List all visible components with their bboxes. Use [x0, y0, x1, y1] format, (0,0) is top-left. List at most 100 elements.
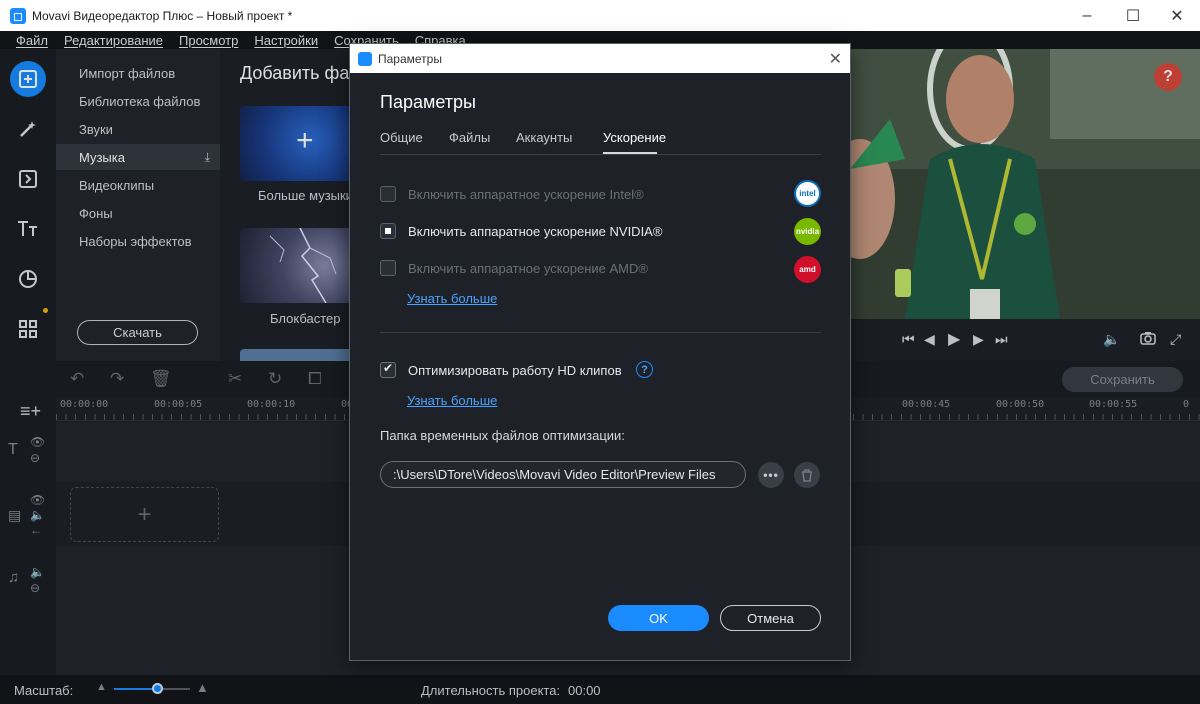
next-frame-icon[interactable]: ▶ [973, 331, 984, 348]
zoom-out-icon[interactable]: ▲ [96, 681, 107, 693]
plus-icon: + [296, 124, 314, 157]
category-sounds[interactable]: Звуки [56, 116, 220, 142]
redo-icon[interactable]: ↷ [110, 369, 124, 389]
intel-logo-icon: intel [794, 180, 821, 207]
preview-video: ? [850, 49, 1200, 319]
undo-icon[interactable]: ↶ [70, 369, 84, 389]
ruler-tick: 00:00:00 [60, 399, 109, 410]
category-import[interactable]: Импорт файлов [56, 60, 220, 86]
maximize-icon[interactable]: ☐ [1110, 0, 1156, 31]
download-button[interactable]: Скачать [77, 320, 198, 345]
nvidia-checkbox[interactable] [380, 223, 396, 239]
amd-checkbox[interactable] [380, 260, 396, 276]
temp-folder-path-field[interactable]: :\Users\DTore\Videos\Movavi Video Editor… [380, 461, 746, 488]
help-circle-icon[interactable]: ? [636, 361, 653, 378]
tab-bar: Общие Файлы Аккаунты Ускорение [380, 130, 821, 155]
track-headers: ≡+ T 👁 ⊖ ▤ 👁 🔈 ← ♫ 🔈 ⊖ [0, 397, 56, 675]
category-label: Музыка [79, 149, 125, 165]
magic-wand-icon[interactable] [10, 111, 46, 147]
menu-file[interactable]: Файл [16, 33, 48, 48]
save-button[interactable]: Сохранить [1062, 367, 1183, 392]
trash-icon[interactable] [794, 462, 820, 488]
add-clip-placeholder[interactable]: + [70, 487, 219, 542]
temp-folder-label: Папка временных файлов оптимизации: [380, 428, 625, 443]
mute-icon[interactable]: 🔈 [30, 565, 45, 579]
category-label: Фоны [79, 205, 113, 221]
scale-label: Масштаб: [14, 683, 74, 698]
download-icon[interactable]: ⤓ [205, 150, 210, 165]
ruler-tick: 00:00:55 [1089, 399, 1138, 410]
category-backgrounds[interactable]: Фоны [56, 200, 220, 226]
temp-folder-path: :\Users\DTore\Videos\Movavi Video Editor… [393, 467, 716, 482]
snapshot-icon[interactable] [1140, 331, 1156, 348]
intel-acceleration-option[interactable]: Включить аппаратное ускорение Intel® [380, 184, 644, 204]
menu-settings[interactable]: Настройки [254, 33, 318, 48]
tab-general[interactable]: Общие [380, 130, 423, 145]
rotate-icon[interactable]: ↻ [268, 369, 282, 389]
intel-label: Включить аппаратное ускорение Intel® [408, 186, 644, 202]
nvidia-acceleration-option[interactable]: Включить аппаратное ускорение NVIDIA® [380, 221, 662, 241]
duration-label: Длительность проекта: [421, 683, 561, 698]
prev-frame-icon[interactable]: ◀ [924, 331, 935, 348]
close-icon[interactable]: ✕ [1154, 0, 1200, 31]
tile-label: Блокбастер [270, 311, 341, 326]
crop-icon[interactable]: ⧠ [308, 369, 322, 389]
category-label: Библиотека файлов [79, 93, 201, 109]
menu-edit[interactable]: Редактирование [64, 33, 163, 48]
category-music[interactable]: Музыка ⤓ [56, 144, 220, 170]
category-label: Видеоклипы [79, 177, 155, 193]
help-icon[interactable]: ? [1154, 63, 1182, 91]
eye-icon[interactable]: 👁 [30, 435, 45, 449]
preview-frame-image [850, 49, 1200, 319]
go-start-icon[interactable]: ⏮ [902, 331, 915, 348]
play-icon[interactable]: ▶ [948, 329, 960, 349]
more-tools-icon[interactable] [10, 311, 46, 347]
optimize-hd-label: Оптимизировать работу HD клипов [408, 362, 622, 378]
tab-accounts[interactable]: Аккаунты [516, 130, 572, 145]
category-effect-sets[interactable]: Наборы эффектов [56, 228, 220, 254]
go-end-icon[interactable]: ⏭ [995, 331, 1008, 348]
eye-icon[interactable]: 👁 [30, 493, 45, 507]
intel-checkbox[interactable] [380, 186, 396, 202]
stickers-icon[interactable] [10, 261, 46, 297]
nvidia-logo-icon: nvidia [794, 218, 821, 245]
learn-more-link[interactable]: Узнать больше [407, 393, 497, 408]
fullscreen-icon[interactable]: ⤢ [1170, 331, 1181, 348]
tab-files[interactable]: Файлы [449, 130, 490, 145]
cut-icon[interactable]: ✂ [228, 369, 242, 389]
player-controls: ⏮ ◀ ▶ ▶ ⏭ 🔈 ⤢ [850, 319, 1200, 361]
link-icon[interactable]: ⊖ [30, 581, 40, 595]
category-videoclips[interactable]: Видеоклипы [56, 172, 220, 198]
import-icon[interactable] [10, 61, 46, 97]
cancel-button[interactable]: Отмена [720, 605, 821, 631]
link-icon[interactable]: ⊖ [30, 451, 40, 465]
close-icon[interactable]: ✕ [829, 49, 842, 69]
category-library[interactable]: Библиотека файлов [56, 88, 220, 114]
category-label: Наборы эффектов [79, 233, 192, 249]
back-arrow-icon[interactable]: ← [30, 523, 42, 537]
learn-more-link[interactable]: Узнать больше [407, 291, 497, 306]
titles-icon[interactable] [10, 211, 46, 247]
transitions-icon[interactable] [10, 161, 46, 197]
optimize-hd-option[interactable]: Оптимизировать работу HD клипов [380, 360, 622, 380]
menu-view[interactable]: Просмотр [179, 33, 238, 48]
settings-dialog: Параметры ✕ Параметры Общие Файлы Аккаун… [349, 43, 851, 661]
divider [380, 332, 821, 333]
add-track-icon[interactable]: ≡+ [20, 401, 41, 422]
delete-icon[interactable]: 🗑 [150, 369, 172, 389]
tab-acceleration[interactable]: Ускорение [603, 130, 666, 145]
minimize-icon[interactable]: – [1064, 0, 1110, 31]
zoom-slider-knob[interactable] [152, 683, 163, 694]
dialog-titlebar: Параметры ✕ [350, 44, 850, 73]
amd-acceleration-option[interactable]: Включить аппаратное ускорение AMD® [380, 258, 648, 278]
text-track-icon: T [8, 441, 18, 458]
volume-icon[interactable]: 🔈 [1103, 331, 1120, 348]
mute-icon[interactable]: 🔈 [30, 508, 45, 522]
amd-logo-icon: amd [794, 256, 821, 283]
browse-more-icon[interactable]: ••• [758, 462, 784, 488]
ruler-tick: 00:00:10 [247, 399, 296, 410]
ok-button[interactable]: OK [608, 605, 709, 631]
tile-label: Больше музыки [258, 188, 353, 203]
zoom-in-icon[interactable]: ▲ [196, 680, 209, 695]
optimize-hd-checkbox[interactable] [380, 361, 396, 378]
